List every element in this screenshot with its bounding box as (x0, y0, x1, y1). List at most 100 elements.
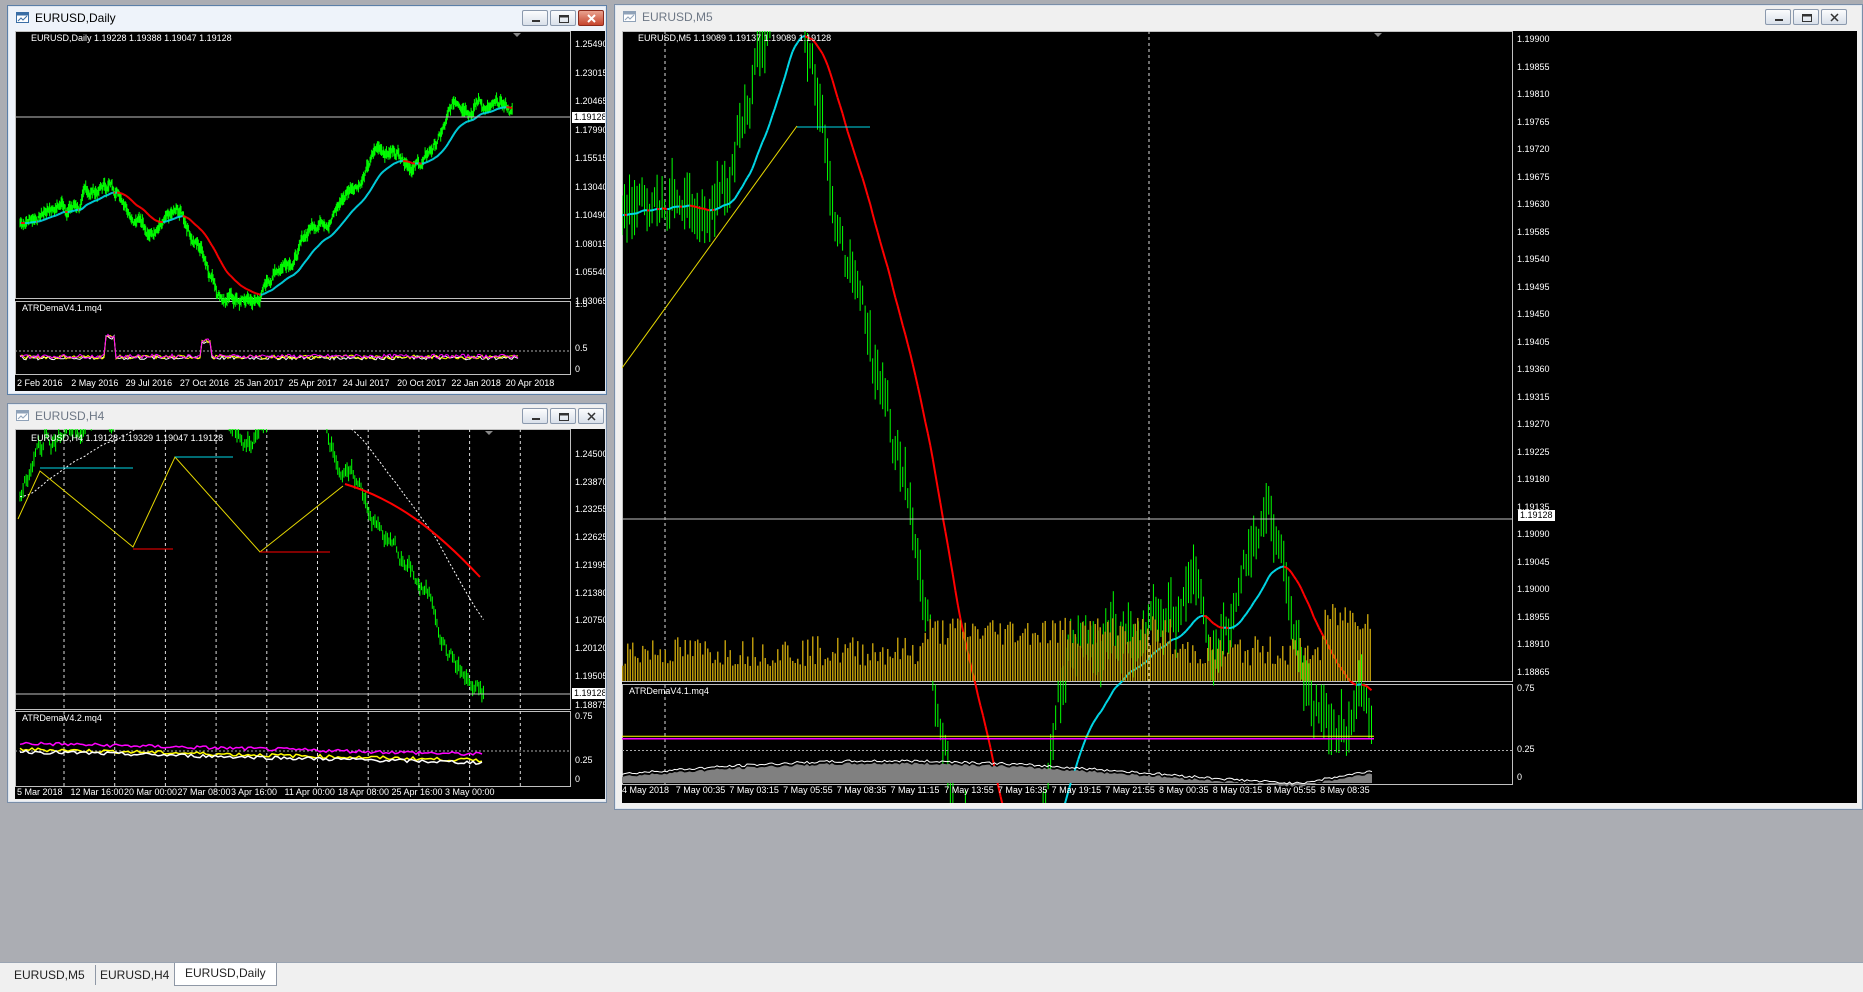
volume-bar (880, 652, 882, 681)
window-eurusd-h4[interactable]: EURUSD,H4 EURUSD,H4 1.19128 1.19329 1.19… (7, 403, 607, 803)
indicator-label: ATRDemaV4.1.mq4 (629, 686, 709, 696)
dema-line-segment (1274, 570, 1277, 572)
dema-line-segment (228, 273, 229, 274)
title-bar[interactable]: EURUSD,Daily (8, 6, 606, 30)
tab-eurusd-h4[interactable]: EURUSD,H4 (90, 965, 180, 985)
dema-line-segment (154, 219, 155, 220)
dema-line-segment (355, 207, 356, 208)
volume-bar (750, 666, 752, 681)
volume-bar (672, 661, 674, 681)
dema-line-segment (1088, 728, 1091, 734)
dema-line-segment (1239, 621, 1242, 624)
volume-bar (1067, 639, 1069, 681)
dema-line-segment (1251, 603, 1254, 607)
chart-info-label: EURUSD,Daily 1.19228 1.19388 1.19047 1.1… (31, 33, 232, 43)
dema-line-segment (149, 215, 150, 216)
volume-bar (1045, 621, 1047, 681)
close-button[interactable] (578, 10, 604, 26)
dema-line-segment (374, 183, 375, 184)
dema-line-segment (350, 213, 351, 214)
dema-line-segment (740, 187, 743, 191)
dema-line-segment (212, 246, 213, 247)
volume-bar (1180, 649, 1182, 681)
volume-bar (1277, 656, 1279, 681)
dema-line-segment (339, 227, 340, 228)
h4-chart-area[interactable]: EURUSD,H4 1.19128 1.19329 1.19047 1.1912… (15, 429, 605, 799)
dema-line-segment (196, 225, 197, 226)
price-axis-label: 1.19045 (1517, 557, 1550, 567)
minimize-button[interactable] (522, 10, 548, 26)
daily-chart-area[interactable]: EURUSD,Daily 1.19228 1.19388 1.19047 1.1… (15, 31, 605, 391)
restore-button[interactable] (550, 408, 576, 424)
dema-line-segment (925, 422, 928, 433)
volume-bar (1325, 610, 1327, 681)
dema-line-segment (1314, 617, 1317, 622)
restore-button[interactable] (550, 10, 576, 26)
indicator-axis-label: 0.5 (575, 343, 588, 353)
time-axis-label: 3 Apr 16:00 (231, 787, 277, 797)
minimize-button[interactable] (1765, 9, 1791, 25)
dema-line-segment (334, 232, 335, 233)
dema-line-segment (223, 266, 224, 267)
dema-line-segment (1001, 796, 1004, 803)
dema-line-segment (442, 151, 443, 152)
dema-line-segment (975, 684, 978, 695)
window-eurusd-m5[interactable]: EURUSD,M5 EURUSD,M5 1.19089 1.19137 1.19… (614, 4, 1863, 810)
dema-line-segment (134, 203, 135, 204)
volume-bar (680, 647, 682, 681)
dema-line-segment (131, 200, 132, 201)
title-bar[interactable]: EURUSD,H4 (8, 404, 606, 428)
minimize-button[interactable] (522, 408, 548, 424)
dema-line-segment (825, 59, 828, 65)
volume-bar (1007, 625, 1009, 681)
m5-chart-area[interactable]: EURUSD,M5 1.19089 1.19137 1.19089 1.1912… (622, 31, 1857, 803)
dema-line-segment (747, 174, 750, 178)
volume-bar (737, 664, 739, 681)
dema-line-segment (230, 275, 231, 276)
restore-button[interactable] (1793, 9, 1819, 25)
dema-line-segment (311, 253, 312, 254)
dema-line-segment (459, 127, 460, 128)
dema-line-segment (938, 488, 941, 502)
dema-line-segment (479, 115, 480, 116)
dema-line-segment (1351, 682, 1354, 684)
dema-line-segment (382, 172, 383, 173)
tab-eurusd-m5[interactable]: EURUSD,M5 (4, 965, 96, 985)
volume-bar (1080, 646, 1082, 681)
dema-line-segment (243, 287, 244, 288)
indicator-axis-label: 0.75 (1517, 683, 1535, 693)
dema-line-segment (315, 248, 316, 249)
volume-bar (925, 633, 927, 681)
volume-bar (1065, 618, 1067, 681)
dema-line-segment (843, 114, 846, 123)
dema-line-segment (848, 131, 851, 139)
dema-line-segment (1116, 685, 1119, 687)
dema-line-segment (782, 77, 785, 85)
dema-line-segment (456, 129, 457, 130)
dema-line-segment (86, 205, 87, 206)
window-eurusd-daily[interactable]: EURUSD,Daily EURUSD,Daily 1.19228 1.1938… (7, 5, 607, 395)
volume-bar (1247, 650, 1249, 681)
dema-line-segment (873, 214, 876, 223)
price-axis-label: 1.21995 (575, 560, 605, 570)
dema-line-segment (344, 221, 345, 222)
volume-bar (1047, 643, 1049, 681)
tab-eurusd-daily[interactable]: EURUSD,Daily (174, 963, 277, 986)
dema-line-segment (865, 187, 868, 196)
volume-bar (1267, 652, 1269, 681)
volume-bar (1312, 655, 1314, 681)
close-button[interactable] (1821, 9, 1847, 25)
title-bar[interactable]: EURUSD,M5 (615, 5, 1862, 29)
price-axis-label: 1.19405 (1517, 337, 1550, 347)
volume-bar (722, 664, 724, 681)
close-button[interactable] (578, 408, 604, 424)
dema-line-segment (838, 98, 841, 106)
dema-line-segment (475, 118, 476, 119)
current-price-marker: 1.19128 (572, 112, 605, 123)
volume-bar (807, 640, 809, 681)
dema-line-segment (760, 142, 763, 148)
dema-line-segment (274, 288, 275, 289)
volume-bar (735, 664, 737, 681)
dema-line-segment (850, 139, 853, 147)
volume-bar (1200, 659, 1202, 681)
